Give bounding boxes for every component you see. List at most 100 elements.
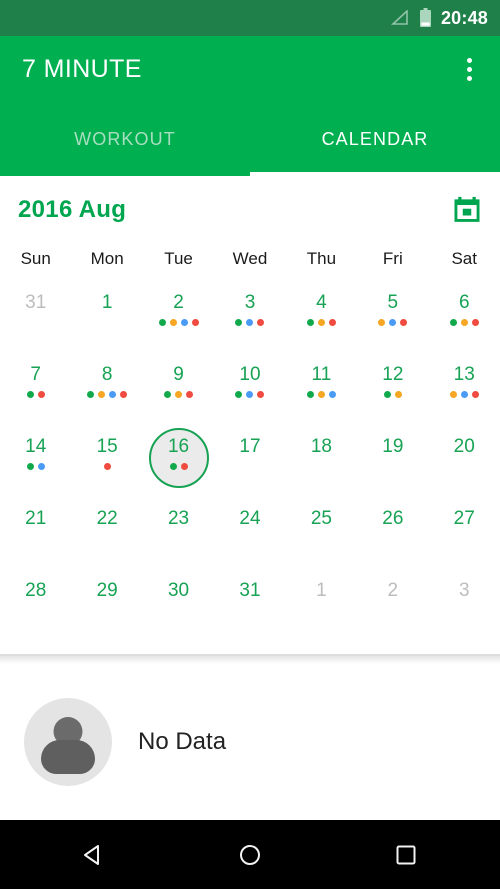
tab-workout[interactable]: WORKOUT xyxy=(0,102,250,176)
weekday-thu: Thu xyxy=(306,249,337,268)
calendar-day-cell[interactable]: 8 xyxy=(71,352,142,424)
workout-dot-orange xyxy=(317,391,325,398)
calendar-day-dots xyxy=(26,391,45,398)
app-title: 7 MINUTE xyxy=(22,54,142,83)
calendar-day-cell[interactable]: 9 xyxy=(143,352,214,424)
calendar-day-number: 21 xyxy=(25,508,47,529)
calendar-day-number: 11 xyxy=(311,364,332,385)
workout-dot-orange xyxy=(449,391,457,398)
workout-dot-orange xyxy=(394,391,402,398)
calendar-day-number: 13 xyxy=(453,364,475,385)
calendar-day-cell[interactable]: 5 xyxy=(357,280,428,352)
back-triangle-icon[interactable] xyxy=(77,838,111,872)
workout-dot-orange xyxy=(169,319,177,326)
calendar-day-number: 4 xyxy=(316,292,327,313)
tab-calendar-label: CALENDAR xyxy=(321,128,429,149)
workout-dot-green xyxy=(449,319,457,326)
workout-dot-red xyxy=(471,391,479,398)
workout-dot-orange xyxy=(175,391,183,398)
no-data-label: No Data xyxy=(138,728,227,755)
home-circle-icon[interactable] xyxy=(233,838,267,872)
calendar-day-dots xyxy=(235,391,265,398)
calendar-day-dots xyxy=(235,319,265,326)
calendar-day-cell[interactable]: 22 xyxy=(71,496,142,568)
calendar-day-cell[interactable]: 6 xyxy=(429,280,500,352)
calendar-day-number: 3 xyxy=(458,580,470,601)
calendar-day-cell[interactable]: 26 xyxy=(357,496,428,568)
workout-dot-green xyxy=(169,463,177,470)
calendar-day-cell[interactable]: 7 xyxy=(0,352,71,424)
calendar-day-cell[interactable]: 21 xyxy=(0,496,71,568)
kebab-dot xyxy=(466,66,472,72)
calendar-day-number: 5 xyxy=(387,292,399,313)
tab-workout-label: WORKOUT xyxy=(74,128,176,149)
workout-dot-red xyxy=(186,391,194,398)
calendar-day-cell[interactable]: 23 xyxy=(143,496,214,568)
calendar-day-number: 16 xyxy=(167,436,190,457)
calendar-day-cell[interactable]: 30 xyxy=(143,568,214,640)
calendar-day-cell[interactable]: 2 xyxy=(143,280,214,352)
calendar-day-dots xyxy=(164,391,194,398)
workout-dot-orange xyxy=(378,319,386,326)
tab-calendar[interactable]: CALENDAR xyxy=(250,102,500,176)
calendar-day-cell[interactable]: 3 xyxy=(214,280,285,352)
kebab-dot xyxy=(466,75,472,81)
calendar-day-cell[interactable]: 17 xyxy=(214,424,285,496)
calendar-day-number: 2 xyxy=(387,580,399,601)
calendar-day-cell[interactable]: 28 xyxy=(0,568,71,640)
calendar-day-dots xyxy=(449,391,479,398)
calendar-day-cell[interactable]: 24 xyxy=(214,496,285,568)
calendar-day-cell[interactable]: 13 xyxy=(429,352,500,424)
calendar-day-number: 3 xyxy=(244,292,256,313)
calendar-grid: 31 1 2 3 4 5 6 7 8 9 10 11 12 13 14 15 16 17 18 19 20 21 22 23 2… xyxy=(0,280,500,654)
android-nav-bar xyxy=(0,820,500,889)
calendar-day-dots xyxy=(87,391,128,398)
calendar-day-cell[interactable]: 12 xyxy=(357,352,428,424)
weekday-sat: Sat xyxy=(451,249,477,268)
calendar-day-dots xyxy=(103,463,111,470)
calendar-day-cell[interactable]: 18 xyxy=(286,424,357,496)
calendar-day-cell[interactable]: 27 xyxy=(429,496,500,568)
avatar-body xyxy=(41,740,95,774)
calendar-day-cell[interactable]: 1 xyxy=(286,568,357,640)
calendar-day-cell[interactable]: 10 xyxy=(214,352,285,424)
calendar-day-cell[interactable]: 14 xyxy=(0,424,71,496)
battery-icon xyxy=(419,8,432,28)
calendar-day-dots xyxy=(449,319,479,326)
calendar-day-cell[interactable]: 1 xyxy=(71,280,142,352)
workout-dot-blue xyxy=(37,463,45,470)
weekday-sun: Sun xyxy=(20,249,51,268)
calendar-day-number: 19 xyxy=(382,436,404,457)
recents-square-icon[interactable] xyxy=(389,838,423,872)
weekday-fri: Fri xyxy=(382,249,403,268)
calendar-day-number: 29 xyxy=(96,580,118,601)
workout-dot-blue xyxy=(460,391,468,398)
kebab-menu-icon[interactable] xyxy=(454,54,484,84)
calendar-day-cell[interactable]: 2 xyxy=(357,568,428,640)
calendar-day-cell[interactable]: 3 xyxy=(429,568,500,640)
calendar-day-cell[interactable]: 25 xyxy=(286,496,357,568)
calendar-day-number: 14 xyxy=(25,436,47,457)
calendar-day-dots xyxy=(169,463,188,470)
calendar-day-cell[interactable]: 31 xyxy=(214,568,285,640)
weekday-mon: Mon xyxy=(90,249,124,268)
workout-dot-blue xyxy=(328,391,336,398)
calendar-day-cell[interactable]: 29 xyxy=(71,568,142,640)
calendar-day-dots xyxy=(306,319,336,326)
kebab-dot xyxy=(466,57,472,63)
calendar-day-cell[interactable]: 31 xyxy=(0,280,71,352)
calendar-day-cell[interactable]: 4 xyxy=(286,280,357,352)
workout-dot-red xyxy=(191,319,199,326)
workout-dot-red xyxy=(471,319,479,326)
calendar-week-row: 31 1 2 3 4 5 6 xyxy=(0,280,500,352)
calendar-day-cell[interactable]: 11 xyxy=(286,352,357,424)
calendar-day-number: 31 xyxy=(239,580,261,601)
workout-dot-green xyxy=(158,319,166,326)
calendar-day-cell[interactable]: 15 xyxy=(71,424,142,496)
calendar-day-number: 25 xyxy=(310,508,332,529)
calendar-day-cell[interactable]: 19 xyxy=(357,424,428,496)
workout-dot-red xyxy=(257,391,265,398)
calendar-day-cell[interactable]: 20 xyxy=(429,424,500,496)
calendar-day-cell[interactable]: 16 xyxy=(143,424,214,496)
calendar-today-icon[interactable] xyxy=(452,195,482,225)
